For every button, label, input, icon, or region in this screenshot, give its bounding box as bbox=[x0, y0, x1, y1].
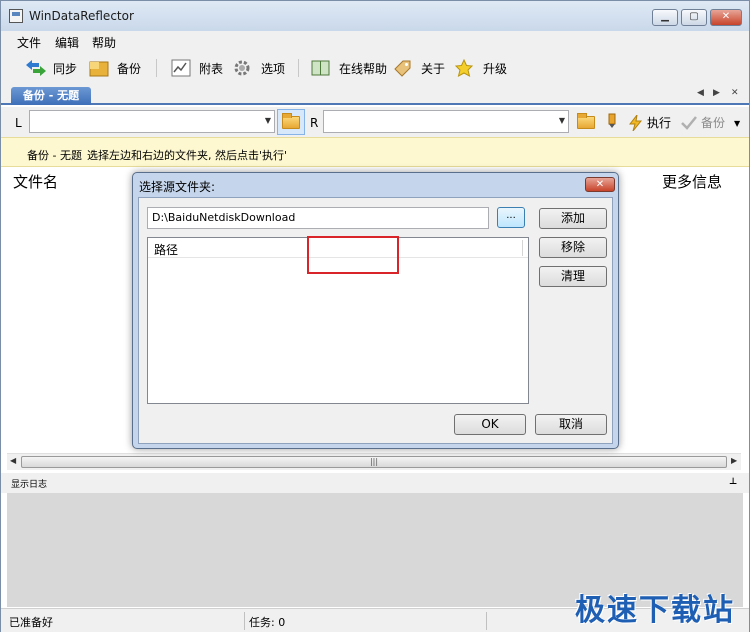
report-label: 附表 bbox=[199, 61, 224, 76]
column-filename[interactable]: 文件名 bbox=[13, 171, 58, 192]
scroll-right-icon[interactable]: ▶ bbox=[731, 456, 737, 465]
cancel-button[interactable]: 取消 bbox=[535, 414, 607, 435]
lightning-icon bbox=[629, 114, 643, 131]
window-title: WinDataReflector bbox=[29, 9, 134, 23]
folder-icon bbox=[282, 112, 300, 129]
menu-help[interactable]: 帮助 bbox=[92, 34, 116, 51]
select-source-folder-dialog: 选择源文件夹: ✕ D:\BaiduNetdiskDownload ... 添加… bbox=[132, 172, 619, 449]
status-separator bbox=[244, 612, 245, 630]
upgrade-button[interactable]: 升级 bbox=[454, 57, 508, 79]
upgrade-label: 升级 bbox=[483, 61, 508, 76]
run-label: 执行 bbox=[647, 116, 672, 130]
backup-run-label: 备份 bbox=[701, 116, 726, 130]
scrollbar-thumb[interactable]: ||| bbox=[21, 456, 727, 468]
report-chart-icon bbox=[171, 59, 193, 77]
dialog-title: 选择源文件夹: bbox=[139, 180, 216, 194]
options-button[interactable]: 选项 bbox=[233, 57, 285, 79]
overflow-chevron-icon[interactable]: ▼ bbox=[734, 119, 740, 128]
book-icon bbox=[311, 59, 333, 77]
tab-next-icon[interactable]: ▶ bbox=[713, 88, 720, 98]
backup-box-icon bbox=[89, 59, 111, 77]
backup-run-button[interactable]: 备份 bbox=[681, 114, 725, 131]
dialog-close-button[interactable]: ✕ bbox=[585, 177, 615, 192]
minimize-button[interactable]: ▁ bbox=[652, 9, 678, 26]
sync-label: 同步 bbox=[53, 61, 78, 76]
column-divider bbox=[522, 240, 523, 256]
menu-edit[interactable]: 编辑 bbox=[55, 34, 79, 51]
backup-label: 备份 bbox=[117, 61, 142, 76]
log-label: 显示日志 bbox=[11, 480, 48, 490]
title-bar: WinDataReflector ▁ ▢ ✕ bbox=[1, 1, 749, 31]
remove-button[interactable]: 移除 bbox=[539, 237, 607, 258]
horizontal-scrollbar[interactable]: ◀ ||| ▶ bbox=[7, 453, 741, 470]
online-help-label: 在线帮助 bbox=[339, 61, 388, 76]
tab-strip: 备份 - 无题 ◀ ▶ ✕ bbox=[1, 85, 749, 105]
status-tasks: 任务: 0 bbox=[249, 616, 286, 629]
log-header: 显示日志 ⊥ bbox=[1, 473, 749, 493]
info-instruction: 选择左边和右边的文件夹, 然后点击'执行' bbox=[87, 149, 288, 162]
run-button[interactable]: 执行 bbox=[629, 114, 671, 131]
column-more-info[interactable]: 更多信息 bbox=[662, 171, 722, 192]
chevron-down-icon: ▼ bbox=[264, 116, 271, 125]
main-window: WinDataReflector ▁ ▢ ✕ 文件 编辑 帮助 同步 备份 附表… bbox=[0, 0, 750, 632]
add-button[interactable]: 添加 bbox=[539, 208, 607, 229]
backup-button[interactable]: 备份 bbox=[89, 57, 141, 79]
status-separator bbox=[486, 612, 487, 630]
about-label: 关于 bbox=[421, 61, 446, 76]
info-bar: 备份 - 无题 选择左边和右边的文件夹, 然后点击'执行' bbox=[1, 137, 749, 167]
online-help-button[interactable]: 在线帮助 bbox=[311, 57, 387, 79]
menu-bar: 文件 编辑 帮助 bbox=[1, 31, 749, 51]
folder-icon bbox=[577, 112, 595, 129]
left-path-combo[interactable]: ▼ bbox=[29, 110, 275, 133]
tab-prev-icon[interactable]: ◀ bbox=[697, 88, 704, 98]
left-folder-button[interactable] bbox=[277, 109, 305, 135]
about-button[interactable]: 关于 bbox=[393, 57, 445, 79]
maximize-button[interactable]: ▢ bbox=[681, 9, 707, 26]
right-side-label: R bbox=[310, 116, 319, 130]
clear-button[interactable]: 清理 bbox=[539, 266, 607, 287]
folder-path-field[interactable]: D:\BaiduNetdiskDownload bbox=[147, 207, 489, 229]
dialog-body: D:\BaiduNetdiskDownload ... 添加 移除 清理 路径 … bbox=[138, 197, 613, 444]
options-label: 选项 bbox=[261, 61, 286, 76]
ok-button-highlight bbox=[307, 236, 399, 274]
close-button[interactable]: ✕ bbox=[710, 9, 742, 26]
toolbar-separator bbox=[156, 59, 157, 77]
right-folder-button[interactable] bbox=[572, 109, 600, 135]
tab-backup-untitled[interactable]: 备份 - 无题 bbox=[11, 87, 91, 105]
scroll-left-icon[interactable]: ◀ bbox=[10, 456, 16, 465]
pin-icon[interactable]: ⊥ bbox=[729, 477, 737, 487]
tab-close-icon[interactable]: ✕ bbox=[731, 88, 739, 98]
info-job-title: 备份 - 无题 bbox=[27, 149, 82, 162]
pencil-icon[interactable] bbox=[606, 113, 618, 132]
status-ready: 已准备好 bbox=[9, 616, 53, 629]
toolbar-separator bbox=[298, 59, 299, 77]
gear-icon bbox=[233, 59, 255, 77]
checkmark-icon bbox=[681, 115, 697, 130]
left-side-label: L bbox=[15, 116, 22, 130]
menu-file[interactable]: 文件 bbox=[17, 34, 41, 51]
toolbar: 同步 备份 附表 选项 在线帮助 关于 升级 bbox=[1, 51, 749, 85]
tag-icon bbox=[393, 59, 415, 77]
browse-button[interactable]: ... bbox=[497, 207, 525, 228]
column-path[interactable]: 路径 bbox=[154, 241, 178, 258]
report-button[interactable]: 附表 bbox=[171, 57, 223, 79]
star-icon bbox=[454, 58, 477, 77]
app-icon bbox=[9, 9, 23, 23]
watermark-logo: 极速下载站 bbox=[575, 593, 735, 628]
ok-button[interactable]: OK bbox=[454, 414, 526, 435]
right-path-combo[interactable]: ▼ bbox=[323, 110, 569, 133]
chevron-down-icon: ▼ bbox=[558, 116, 565, 125]
path-row: L ▼ R ▼ 执行 备份 ▼ bbox=[1, 107, 749, 137]
sync-arrows-icon bbox=[25, 59, 47, 77]
sync-button[interactable]: 同步 bbox=[25, 57, 77, 79]
